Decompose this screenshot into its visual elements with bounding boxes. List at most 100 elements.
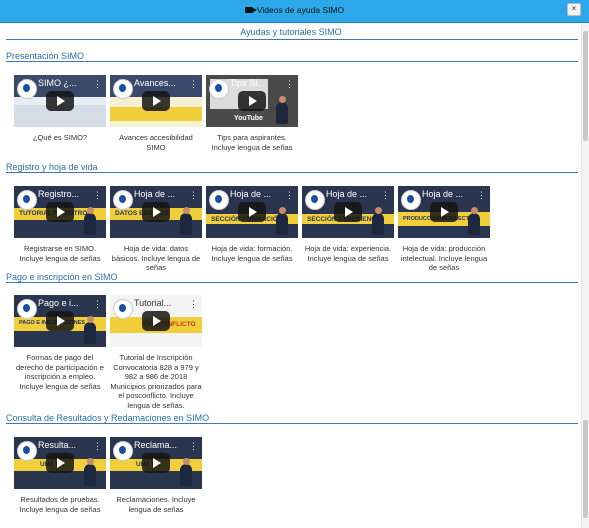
scrollbar-thumb[interactable] [583, 31, 588, 141]
video-caption: ¿Qué es SIMO? [32, 133, 88, 142]
video-thumbnail[interactable]: SIMO ¿... ⋮ [14, 75, 106, 127]
simo-logo [17, 299, 37, 319]
simo-logo [209, 79, 229, 99]
interpreter-figure [84, 207, 96, 235]
video-card[interactable]: DATOS BÁSICOS Hoja de ... ⋮ Hoja de vida… [110, 186, 202, 273]
more-options-icon[interactable]: ⋮ [189, 300, 198, 309]
divider [6, 61, 578, 62]
video-thumbnail[interactable]: TUTORIAL REGISTRO Registro... ⋮ [14, 186, 106, 238]
more-options-icon[interactable]: ⋮ [93, 80, 102, 89]
section-title-registro: Registro y hoja de vida [6, 162, 98, 172]
play-icon[interactable] [142, 91, 170, 111]
simo-logo [113, 79, 133, 99]
simo-logo [17, 190, 37, 210]
video-card[interactable]: PAGO E INSCRIPCIONES Pago e i... ⋮ Forma… [14, 295, 106, 391]
play-icon[interactable] [46, 91, 74, 111]
video-caption: Registrarse en SIMO. Incluye lengua de s… [19, 244, 101, 263]
divider [6, 282, 578, 283]
more-options-icon[interactable]: ⋮ [189, 191, 198, 200]
video-thumbnail[interactable]: SECCIÓN EXPERIENCIA Hoja de ... ⋮ [302, 186, 394, 238]
video-thumbnail[interactable]: UNA P... Reclama... ⋮ [110, 437, 202, 489]
play-icon[interactable] [46, 202, 74, 222]
video-thumbnail[interactable]: SECCIÓN FORMACIÓN Hoja de ... ⋮ [206, 186, 298, 238]
video-card[interactable]: Avances... ⋮ Avances accesibilidad SIMO [110, 75, 202, 152]
page-title: Ayudas y tutoriales SIMO [240, 27, 342, 37]
more-options-icon[interactable]: ⋮ [189, 80, 198, 89]
cnsc-logo [17, 79, 37, 99]
video-caption: Hoja de vida: formación. Incluye lengua … [211, 244, 293, 263]
video-thumbnail[interactable]: PRODUCCIÓN INTELECTUAL Hoja de ... ⋮ [398, 186, 490, 238]
video-caption: Hoja de vida: experiencia. Incluye lengu… [304, 244, 392, 263]
video-thumbnail[interactable]: UNA P... Resulta... ⋮ [14, 437, 106, 489]
video-card[interactable]: POSCONFLICTO Tutorial... ⋮ Tutorial de I… [110, 295, 202, 410]
video-card[interactable]: SIMO ¿... ⋮ ¿Qué es SIMO? [14, 75, 106, 143]
window-title: Videos de ayuda SIMO [0, 5, 589, 15]
play-icon[interactable] [142, 453, 170, 473]
video-caption: Hoja de vida: producción intelectual. In… [400, 244, 488, 272]
video-camera-icon [244, 7, 257, 13]
play-icon[interactable] [142, 311, 170, 331]
simo-logo [305, 190, 325, 210]
video-caption: Hoja de vida: datos básicos. Incluye len… [111, 244, 201, 272]
play-icon[interactable] [46, 453, 74, 473]
video-caption: Avances accesibilidad SIMO [119, 133, 193, 152]
simo-logo [17, 441, 37, 461]
simo-logo [113, 441, 133, 461]
scrollbar[interactable] [581, 23, 589, 528]
video-card[interactable]: TUTORIAL REGISTRO Registro... ⋮ Registra… [14, 186, 106, 263]
interpreter-figure [276, 207, 288, 235]
more-options-icon[interactable]: ⋮ [477, 191, 486, 200]
section-title-pago: Pago e inscripción en SIMO [6, 272, 118, 282]
interpreter-figure [180, 207, 192, 235]
youtube-logo: YouTube [234, 115, 263, 122]
simo-logo [113, 190, 133, 210]
more-options-icon[interactable]: ⋮ [381, 191, 390, 200]
more-options-icon[interactable]: ⋮ [93, 191, 102, 200]
section-title-presentacion: Presentación SIMO [6, 51, 85, 61]
more-options-icon[interactable]: ⋮ [285, 191, 294, 200]
interpreter-figure [372, 207, 384, 235]
interpreter-figure [276, 96, 288, 124]
video-card[interactable]: UNA P... Resulta... ⋮ Resultados de prue… [14, 437, 106, 514]
video-caption: Tips para aspirantes. Incluye lengua de … [211, 133, 293, 152]
play-icon[interactable] [238, 91, 266, 111]
play-icon[interactable] [334, 202, 362, 222]
more-options-icon[interactable]: ⋮ [189, 442, 198, 451]
more-options-icon[interactable]: ⋮ [93, 442, 102, 451]
video-card[interactable]: SECCIÓN EXPERIENCIA Hoja de ... ⋮ Hoja d… [302, 186, 394, 263]
interpreter-figure [180, 458, 192, 486]
play-icon[interactable] [142, 202, 170, 222]
close-button[interactable]: × [567, 3, 581, 16]
video-thumbnail[interactable]: Avances... ⋮ [110, 75, 202, 127]
more-options-icon[interactable]: ⋮ [285, 80, 294, 89]
play-icon[interactable] [238, 202, 266, 222]
simo-logo [401, 190, 421, 210]
window-titlebar: Videos de ayuda SIMO × [0, 0, 589, 23]
play-icon[interactable] [430, 202, 458, 222]
play-icon[interactable] [46, 311, 74, 331]
video-caption: Reclamaciones. Incluye lengua de señas [116, 495, 196, 514]
video-thumbnail[interactable]: POSCONFLICTO Tutorial... ⋮ [110, 295, 202, 347]
divider [6, 39, 578, 40]
video-caption: Resultados de pruebas. Incluye lengua de… [19, 495, 101, 514]
divider [6, 423, 578, 424]
video-card[interactable]: Tips SI... ⋮ YouTube Tips para aspirante… [206, 75, 298, 152]
interpreter-figure [84, 316, 96, 344]
video-card[interactable]: PRODUCCIÓN INTELECTUAL Hoja de ... ⋮ Hoj… [398, 186, 490, 273]
video-thumbnail[interactable]: DATOS BÁSICOS Hoja de ... ⋮ [110, 186, 202, 238]
scrollbar-thumb[interactable] [583, 420, 588, 518]
interpreter-figure [468, 207, 480, 235]
section-title-resultados: Consulta de Resultados y Redamaciones en… [6, 413, 210, 423]
video-caption: Formas de pago del derecho de participac… [16, 353, 104, 391]
divider [6, 172, 578, 173]
simo-logo [113, 299, 133, 319]
content-area: Ayudas y tutoriales SIMO Presentación SI… [0, 23, 582, 528]
video-caption: Tutorial de Inscripción Convocatoria 828… [110, 353, 202, 410]
video-thumbnail[interactable]: Tips SI... ⋮ YouTube [206, 75, 298, 127]
more-options-icon[interactable]: ⋮ [93, 300, 102, 309]
video-card[interactable]: UNA P... Reclama... ⋮ Reclamaciones. Inc… [110, 437, 202, 514]
interpreter-figure [84, 458, 96, 486]
simo-logo [209, 190, 229, 210]
video-thumbnail[interactable]: PAGO E INSCRIPCIONES Pago e i... ⋮ [14, 295, 106, 347]
video-card[interactable]: SECCIÓN FORMACIÓN Hoja de ... ⋮ Hoja de … [206, 186, 298, 263]
